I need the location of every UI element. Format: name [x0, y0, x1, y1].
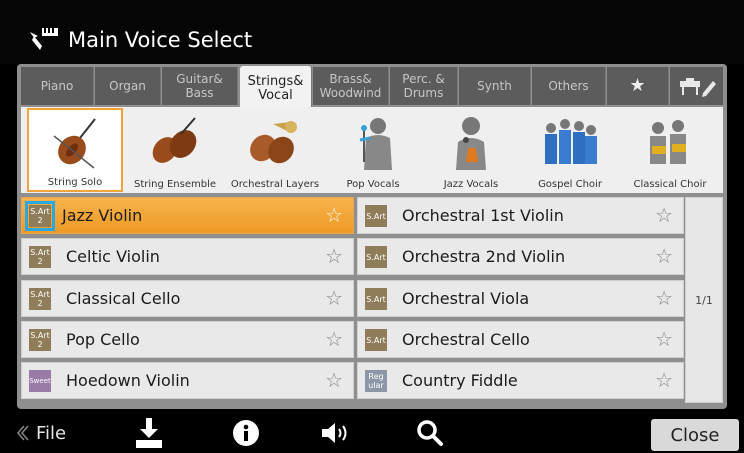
- voice-type-badge: Sweet: [29, 370, 51, 392]
- subcat-string-solo[interactable]: String Solo: [27, 108, 123, 192]
- favorite-star-icon[interactable]: ☆: [655, 245, 673, 267]
- voice-name: Orchestra 2nd Violin: [402, 247, 566, 266]
- voice-name: Hoedown Violin: [66, 371, 190, 390]
- info-icon: [233, 420, 259, 446]
- favorite-star-icon[interactable]: ☆: [655, 328, 673, 350]
- tab-user[interactable]: [670, 67, 723, 105]
- jazz-vocals-icon: [456, 117, 486, 170]
- favorite-star-icon[interactable]: ☆: [655, 204, 673, 226]
- keyboard-voice-icon: [30, 28, 58, 50]
- subcat-jazz-vocals[interactable]: Jazz Vocals: [423, 108, 519, 192]
- voice-type-badge: S.Art: [365, 205, 387, 227]
- voice-type-badge: S.Art: [365, 246, 387, 268]
- voice-name: Orchestral Viola: [402, 289, 530, 308]
- subcat-classical-choir[interactable]: Classical Choir: [622, 108, 718, 192]
- download-icon: [136, 418, 162, 448]
- page-indicator[interactable]: 1/1: [685, 197, 723, 403]
- subcat-string-ensemble[interactable]: String Ensemble: [127, 108, 223, 192]
- voice-name: Classical Cello: [66, 289, 181, 308]
- favorite-star-icon[interactable]: ☆: [655, 369, 673, 391]
- tab-perc-drums[interactable]: Perc. & Drums: [390, 67, 458, 105]
- sound-button[interactable]: [320, 413, 354, 453]
- voice-item[interactable]: Sweet Hoedown Violin ☆: [21, 362, 354, 399]
- bottom-bar: [0, 413, 744, 453]
- page-indicator-label: 1/1: [695, 294, 713, 307]
- orchestral-layers-icon: [250, 121, 297, 164]
- voice-name: Pop Cello: [66, 330, 140, 349]
- voice-item[interactable]: S.Art Orchestra 2nd Violin ☆: [357, 238, 684, 275]
- voice-item[interactable]: S.Art 2 Jazz Violin ☆: [21, 197, 354, 234]
- subcat-label: Classical Choir: [633, 179, 707, 190]
- voice-type-badge: S.Art: [365, 288, 387, 310]
- voice-item[interactable]: S.Art 2 Celtic Violin ☆: [21, 238, 354, 275]
- voice-item[interactable]: S.Art Orchestral Cello ☆: [357, 321, 684, 358]
- voice-item[interactable]: Reg ular Country Fiddle ☆: [357, 362, 684, 399]
- file-handle-icon: [17, 425, 29, 441]
- voice-type-badge: S.Art 2: [29, 329, 51, 351]
- pop-vocals-icon: [359, 118, 392, 170]
- subcat-pop-vocals[interactable]: Pop Vocals: [325, 108, 421, 192]
- gospel-choir-icon: [545, 119, 597, 164]
- classical-choir-icon: [650, 120, 686, 164]
- tab-brass-woodwind[interactable]: Brass& Woodwind: [313, 67, 389, 105]
- tab-synth[interactable]: Synth: [459, 67, 531, 105]
- voice-type-badge: Reg ular: [365, 370, 387, 392]
- tab-others[interactable]: Others: [532, 67, 606, 105]
- info-button[interactable]: [232, 413, 260, 453]
- tab-piano[interactable]: Piano: [21, 67, 94, 105]
- voice-name: Orchestral Cello: [402, 330, 530, 349]
- tab-favorite[interactable]: ★: [607, 67, 669, 105]
- string-ensemble-icon: [152, 117, 197, 163]
- file-button[interactable]: File: [14, 413, 66, 453]
- voice-name: Country Fiddle: [402, 371, 518, 390]
- voice-type-badge: S.Art: [365, 329, 387, 351]
- favorite-star-icon[interactable]: ☆: [325, 204, 343, 226]
- subcat-orchestral-layers[interactable]: Orchestral Layers: [227, 108, 323, 192]
- close-button[interactable]: Close: [651, 419, 739, 451]
- voice-type-badge: S.Art 2: [29, 246, 51, 268]
- page-title: Main Voice Select: [68, 28, 253, 52]
- title-bar: Main Voice Select: [0, 0, 744, 64]
- file-label: File: [36, 422, 67, 444]
- violin-icon: [53, 118, 96, 169]
- speaker-icon: [322, 423, 347, 443]
- search-button[interactable]: [416, 413, 444, 453]
- voice-type-badge: S.Art 2: [29, 288, 51, 310]
- search-icon: [417, 420, 443, 446]
- voice-name: Jazz Violin: [62, 206, 143, 225]
- voice-item[interactable]: S.Art 2 Pop Cello ☆: [21, 321, 354, 358]
- save-button[interactable]: [134, 413, 164, 453]
- user-voice-icon: [679, 78, 716, 97]
- voice-item[interactable]: S.Art Orchestral Viola ☆: [357, 280, 684, 317]
- favorite-star-icon[interactable]: ☆: [325, 328, 343, 350]
- tab-strings-vocal[interactable]: Strings& Vocal: [240, 66, 312, 111]
- tab-organ[interactable]: Organ: [95, 67, 161, 105]
- voice-item[interactable]: S.Art 2 Classical Cello ☆: [21, 280, 354, 317]
- tab-guitar-bass[interactable]: Guitar& Bass: [162, 67, 238, 105]
- subcat-gospel-choir[interactable]: Gospel Choir: [522, 108, 618, 192]
- favorite-star-icon[interactable]: ☆: [325, 287, 343, 309]
- voice-name: Celtic Violin: [66, 247, 160, 266]
- voice-type-badge: S.Art 2: [25, 201, 55, 231]
- favorite-star-icon[interactable]: ☆: [655, 287, 673, 309]
- voice-name: Orchestral 1st Violin: [402, 206, 564, 225]
- voice-item[interactable]: S.Art Orchestral 1st Violin ☆: [357, 197, 684, 234]
- favorite-star-icon[interactable]: ☆: [325, 369, 343, 391]
- favorite-star-icon[interactable]: ☆: [325, 245, 343, 267]
